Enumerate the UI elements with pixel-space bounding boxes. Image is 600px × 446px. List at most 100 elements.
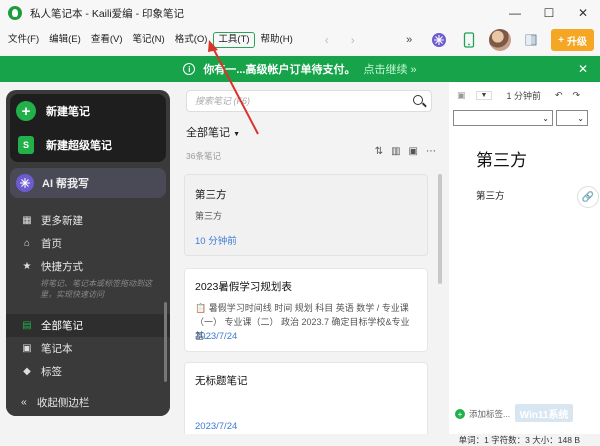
link-icon[interactable]: 🔗 <box>577 186 599 208</box>
font-size-select[interactable]: ⌄ <box>556 110 588 126</box>
banner-close-icon[interactable]: ✕ <box>578 62 588 76</box>
title-bar: 私人笔记本 - Kaili爱编 - 印象笔记 — ☐ ✕ <box>0 0 600 26</box>
menu-view[interactable]: 查看(V) <box>87 32 127 48</box>
ai-spark-icon[interactable] <box>429 30 449 50</box>
home-icon: ⌂ <box>23 238 31 249</box>
cube-icon[interactable] <box>521 30 541 50</box>
info-icon: i <box>183 63 196 75</box>
note-card[interactable]: 第三方 第三方 10 分钟前 <box>184 174 428 256</box>
history-nav: ‹ › <box>325 33 355 47</box>
note-list-panel: 搜索笔记 (F6) 全部笔记 ▼ 36条笔记 ⇅ ▥ ▣ ⋯ 第三方 第三方 1… <box>176 82 444 434</box>
format-row: ⌄ ⌄ <box>453 110 588 126</box>
note-card-date: 2023/7/24 <box>195 331 238 342</box>
all-notes-label: 全部笔记 <box>186 127 230 139</box>
window-title: 私人笔记本 - Kaili爱编 - 印象笔记 <box>30 7 185 20</box>
note-body[interactable]: 第三方 <box>476 188 505 202</box>
view-mode-icon[interactable]: ▥ <box>391 146 400 157</box>
minimize-button[interactable]: — <box>498 0 532 26</box>
notebook-icon: ▣ <box>22 343 32 354</box>
avatar[interactable] <box>489 29 512 51</box>
note-editor: ▣ ▼ 1 分钟前 ↶ ↷ ⌄ ⌄ 第三方 第三方 🔗 + 添加标签... Wi… <box>449 82 600 434</box>
sidebar-item-label: 标签 <box>41 366 62 378</box>
status-text: 单词：1 字符数：3 大小：148 B <box>458 435 580 445</box>
banner-text: 你有一...高级帐户订单待支付。 <box>203 64 356 76</box>
note-card-title: 第三方 <box>195 189 227 201</box>
collapse-sidebar-label: 收起侧边栏 <box>36 396 90 409</box>
new-note-box: + 新建笔记 S 新建超级笔记 <box>10 94 166 162</box>
sidebar-item-shortcuts[interactable]: ★ 快捷方式 <box>6 255 170 278</box>
upgrade-button[interactable]: + 升级 <box>551 29 594 51</box>
toolbar-right: » + 升级 <box>399 29 594 51</box>
search-placeholder: 搜索笔记 (F6) <box>195 96 250 106</box>
all-notes-dropdown[interactable]: 全部笔记 ▼ <box>186 124 240 140</box>
new-super-note-button[interactable]: S 新建超级笔记 <box>10 128 166 162</box>
more-options-icon[interactable]: ⋯ <box>426 146 436 157</box>
menu-file[interactable]: 文件(F) <box>4 32 43 48</box>
back-arrow-icon[interactable]: ‹ <box>325 33 329 47</box>
maximize-button[interactable]: ☐ <box>532 0 566 26</box>
sort-icon[interactable]: ⇅ <box>375 146 383 157</box>
note-card[interactable]: 无标题笔记 2023/7/24 <box>184 362 428 434</box>
plus-icon: + <box>16 101 36 121</box>
add-tag-button[interactable]: + 添加标签... <box>455 408 510 420</box>
sidebar-item-label: 快捷方式 <box>41 261 83 273</box>
shortcuts-hint: 将笔记、笔记本或标签拖动到这里，实现快速访问 <box>40 279 152 299</box>
sidebar-item-notebooks[interactable]: ▣ 笔记本 <box>6 337 170 360</box>
sidebar: + 新建笔记 S 新建超级笔记 AI 帮我写 ▦ 更多新建 ⌂ 首页 ★ 快捷方… <box>6 90 170 416</box>
sidebar-item-all-notes[interactable]: ▤ 全部笔记 <box>6 314 170 337</box>
evernote-logo-icon <box>8 6 22 20</box>
watermark: Win11系统 <box>515 404 573 422</box>
sidebar-item-home[interactable]: ⌂ 首页 <box>6 232 170 255</box>
menu-edit[interactable]: 编辑(E) <box>45 32 85 48</box>
sidebar-scrollbar[interactable] <box>164 302 167 382</box>
note-card-title: 2023暑假学习规划表 <box>195 281 292 293</box>
add-tag-label: 添加标签... <box>469 409 511 419</box>
tag-plus-icon: + <box>455 409 465 419</box>
note-card[interactable]: 2023暑假学习规划表 📋 暑假学习时间线 时间 规划 科目 英语 数学 / 专… <box>184 268 428 352</box>
note-title[interactable]: 第三方 <box>476 146 527 171</box>
collapse-sidebar-button[interactable]: « 收起侧边栏 <box>6 388 170 416</box>
close-button[interactable]: ✕ <box>566 0 600 26</box>
note-card-title: 无标题笔记 <box>195 375 248 387</box>
banner-continue-link[interactable]: 点击继续 » <box>363 61 416 77</box>
note-card-date: 2023/7/24 <box>195 421 238 432</box>
editor-toolbar: ▣ ▼ 1 分钟前 ↶ ↷ <box>449 82 600 108</box>
sidebar-item-more-new[interactable]: ▦ 更多新建 <box>6 209 170 232</box>
status-bar: 单词：1 字符数：3 大小：148 B <box>0 434 600 446</box>
note-count: 36条笔记 <box>186 151 221 161</box>
menu-note[interactable]: 笔记(N) <box>128 32 168 48</box>
ai-icon <box>16 174 34 192</box>
star-icon: ★ <box>22 261 32 272</box>
forward-arrow-icon[interactable]: › <box>351 33 355 47</box>
menu-format[interactable]: 格式(O) <box>171 32 212 48</box>
menu-help[interactable]: 帮助(H) <box>257 32 297 48</box>
super-note-icon: S <box>18 136 34 154</box>
sidebar-item-label: 全部笔记 <box>41 320 83 332</box>
window-controls: — ☐ ✕ <box>498 0 600 26</box>
filter-icon[interactable]: ▣ <box>409 146 418 157</box>
tag-icon: ◆ <box>23 366 31 377</box>
mobile-icon[interactable] <box>459 30 479 50</box>
template-icon: 📋 <box>195 303 207 313</box>
new-note-button[interactable]: + 新建笔记 <box>10 94 166 128</box>
sidebar-item-label: 更多新建 <box>41 215 83 227</box>
more-icon[interactable]: » <box>399 30 419 50</box>
expand-icon[interactable]: ▣ <box>457 90 466 101</box>
ai-write-button[interactable]: AI 帮我写 <box>10 168 166 198</box>
undo-icon[interactable]: ↶ <box>555 90 563 101</box>
list-tools: ⇅ ▥ ▣ ⋯ <box>375 146 436 157</box>
upgrade-label: 升级 <box>567 36 587 48</box>
menu-tools[interactable]: 工具(T) <box>213 32 255 48</box>
search-icon[interactable] <box>413 95 423 105</box>
font-family-select[interactable]: ⌄ <box>453 110 553 126</box>
new-super-note-label: 新建超级笔记 <box>46 140 112 152</box>
caret-down-icon: ▼ <box>233 131 240 138</box>
redo-icon[interactable]: ↷ <box>573 90 581 101</box>
search-input[interactable]: 搜索笔记 (F6) <box>186 90 432 112</box>
note-menu-dropdown[interactable]: ▼ <box>475 90 493 100</box>
list-scrollbar[interactable] <box>438 174 442 284</box>
sidebar-nav: ▦ 更多新建 ⌂ 首页 ★ 快捷方式 将笔记、笔记本或标签拖动到这里，实现快速访… <box>6 209 170 383</box>
new-note-label: 新建笔记 <box>46 106 90 118</box>
upgrade-plus-icon: + <box>558 34 564 46</box>
sidebar-item-tags[interactable]: ◆ 标签 <box>6 360 170 383</box>
